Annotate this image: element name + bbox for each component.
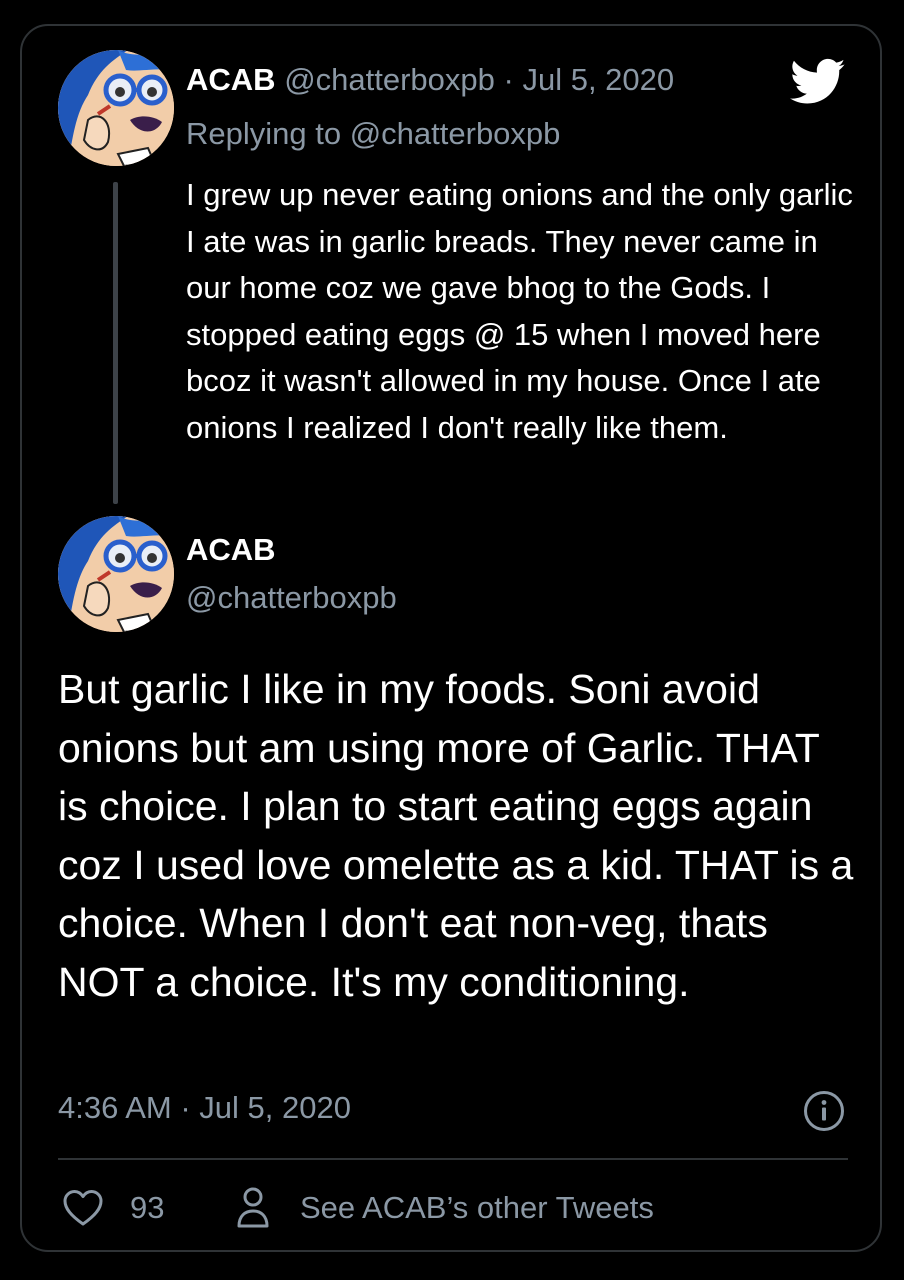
divider	[58, 1158, 848, 1160]
reply-avatar[interactable]	[58, 50, 174, 166]
reply-display-name[interactable]: ACAB	[186, 62, 276, 97]
avatar-image	[58, 50, 174, 166]
person-icon[interactable]	[236, 1186, 270, 1230]
like-count[interactable]: 93	[130, 1190, 164, 1226]
main-handle[interactable]: @chatterboxpb	[186, 580, 397, 616]
thread-connector-line	[113, 182, 118, 504]
twitter-bird-icon[interactable]	[790, 58, 846, 106]
reply-tweet-text: I grew up never eating onions and the on…	[186, 177, 853, 445]
info-icon[interactable]	[803, 1090, 845, 1132]
see-other-tweets-link[interactable]: See ACAB’s other Tweets	[300, 1190, 654, 1226]
main-avatar[interactable]	[58, 516, 174, 632]
tweet-card: ACAB @chatterboxpb · Jul 5, 2020 Replyin…	[20, 24, 882, 1252]
main-tweet-text: But garlic I like in my foods. Soni avoi…	[58, 666, 854, 1005]
reply-handle[interactable]: @chatterboxpb	[284, 62, 495, 97]
main-display-name[interactable]: ACAB	[186, 532, 276, 568]
heart-icon[interactable]	[62, 1188, 104, 1228]
reply-date[interactable]: Jul 5, 2020	[522, 62, 674, 97]
reply-header: ACAB @chatterboxpb · Jul 5, 2020	[186, 62, 674, 98]
tweet-timestamp[interactable]: 4:36 AM · Jul 5, 2020	[58, 1090, 351, 1126]
reply-separator: ·	[503, 62, 514, 97]
avatar-image	[58, 516, 174, 632]
replying-to-label[interactable]: Replying to @chatterboxpb	[186, 116, 560, 152]
